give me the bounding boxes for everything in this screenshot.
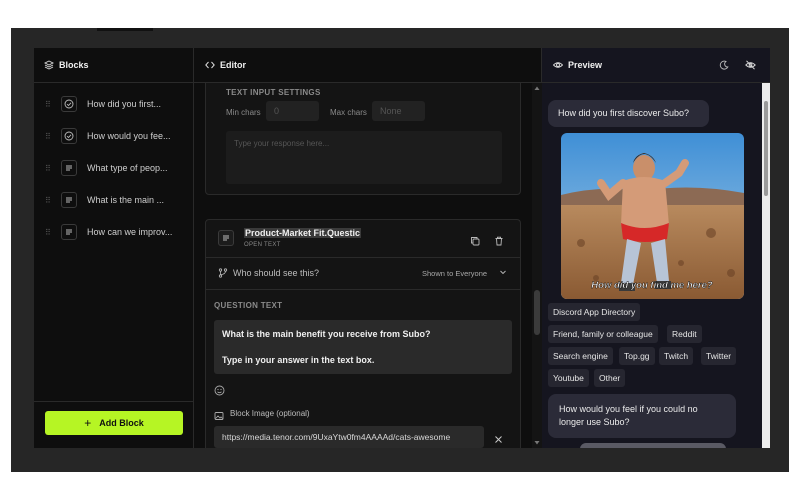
add-block-button[interactable]: + Add Block <box>45 411 183 435</box>
add-block-label: Add Block <box>99 418 144 428</box>
preview-title: Preview <box>568 60 603 70</box>
chat-bubble-question-2: How would you feel if you could no longe… <box>548 394 736 438</box>
question-2-line-2: longer use Subo? <box>559 417 630 427</box>
clear-icon[interactable] <box>494 431 503 448</box>
blocks-title: Blocks <box>59 60 89 70</box>
drag-handle-icon[interactable]: ⠿ <box>45 100 51 109</box>
blocks-header: Blocks <box>34 48 194 83</box>
option-chip[interactable]: Top.gg <box>619 347 655 365</box>
sidebar-item-label: How would you fee... <box>87 131 171 141</box>
block-card-header: Product-Market Fit.Questic OPEN TEXT <box>206 220 520 258</box>
drag-handle-icon[interactable]: ⠿ <box>45 228 51 237</box>
open-text-block-card: Product-Market Fit.Questic OPEN TEXT Who… <box>205 219 521 448</box>
drag-handle-icon[interactable]: ⠿ <box>45 164 51 173</box>
sidebar-item-4[interactable]: ⠿ What is the main ... <box>34 187 194 213</box>
block-type: OPEN TEXT <box>244 242 281 248</box>
image-icon <box>214 408 224 426</box>
visibility-row[interactable]: Who should see this? Shown to Everyone <box>206 257 520 290</box>
max-chars-label: Max chars <box>330 108 367 117</box>
editor-title: Editor <box>220 60 246 70</box>
drag-handle-icon[interactable]: ⠿ <box>45 132 51 141</box>
question-2-line-1: How would you feel if you could no <box>559 404 698 414</box>
check-circle-icon <box>61 128 77 144</box>
settings-title: TEXT INPUT SETTINGS <box>226 88 321 97</box>
option-chip[interactable]: Friend, family or colleague <box>548 325 658 343</box>
text-lines-icon <box>61 192 77 208</box>
eye-off-icon[interactable] <box>745 60 756 72</box>
check-circle-icon <box>61 96 77 112</box>
sidebar-footer: + Add Block <box>34 401 194 448</box>
preview-gif-image: How did you find me here? <box>561 133 744 299</box>
branch-icon <box>218 268 228 280</box>
copy-icon[interactable] <box>470 233 480 251</box>
editor-scrollbar[interactable] <box>532 83 542 448</box>
editor-panel: TEXT INPUT SETTINGS Min chars 0 Max char… <box>194 83 542 448</box>
question-line-2: Type in your answer in the text box. <box>222 355 375 365</box>
option-chip[interactable]: Youtube <box>548 369 589 387</box>
chevron-down-icon <box>499 268 507 278</box>
preview-header: Preview <box>542 48 770 83</box>
sidebar-item-3[interactable]: ⠿ What type of peop... <box>34 155 194 181</box>
sidebar-item-label: How did you first... <box>87 99 162 109</box>
sidebar-item-label: How can we improv... <box>87 227 173 237</box>
sidebar-item-5[interactable]: ⠿ How can we improv... <box>34 219 194 245</box>
sidebar-item-label: What type of peop... <box>87 163 168 173</box>
sidebar-item-1[interactable]: ⠿ How did you first... <box>34 91 194 117</box>
question-text-field[interactable]: What is the main benefit you receive fro… <box>214 320 512 374</box>
min-chars-label: Min chars <box>226 108 261 117</box>
moon-icon[interactable] <box>719 60 729 72</box>
layers-icon <box>44 60 54 70</box>
blocks-sidebar: ⠿ How did you first... ⠿ How would you f… <box>34 83 194 448</box>
visibility-label: Who should see this? <box>233 268 320 278</box>
sidebar-item-label: What is the main ... <box>87 195 165 205</box>
option-chip[interactable]: Reddit <box>667 325 702 343</box>
question-text-label: QUESTION TEXT <box>214 301 283 310</box>
editor-header: Editor <box>194 48 542 83</box>
next-gif-preview <box>580 443 726 448</box>
option-chip[interactable]: Twitch <box>659 347 694 365</box>
text-lines-icon <box>61 224 77 240</box>
block-title[interactable]: Product-Market Fit.Questic <box>244 228 362 238</box>
block-image-label: Block Image (optional) <box>230 409 310 418</box>
option-chip[interactable]: Discord App Directory <box>548 303 641 321</box>
eye-icon <box>553 60 563 70</box>
code-icon <box>205 60 215 70</box>
option-chip[interactable]: Twitter <box>701 347 737 365</box>
text-input-settings-card: TEXT INPUT SETTINGS Min chars 0 Max char… <box>205 83 521 195</box>
visibility-value: Shown to Everyone <box>422 269 488 278</box>
frame-tab <box>97 28 153 31</box>
image-url-input[interactable]: https://media.tenor.com/9UxaYtw0fm4AAAAd… <box>214 426 484 448</box>
drag-handle-icon[interactable]: ⠿ <box>45 196 51 205</box>
gif-caption: How did you find me here? <box>591 280 713 291</box>
app-window: Blocks Editor Preview ⠿ How did you firs <box>34 48 770 448</box>
preview-scrollbar[interactable] <box>762 83 770 448</box>
question-1-text: How did you first discover Subo? <box>558 108 690 118</box>
text-lines-icon <box>61 160 77 176</box>
min-chars-input[interactable]: 0 <box>266 101 319 121</box>
max-chars-input[interactable]: None <box>372 101 425 121</box>
option-chip[interactable]: Other <box>594 369 626 387</box>
sidebar-item-2[interactable]: ⠿ How would you fee... <box>34 123 194 149</box>
chat-bubble-question-1: How did you first discover Subo? <box>548 100 709 127</box>
emoji-icon[interactable] <box>214 383 225 401</box>
option-chip[interactable]: Search engine <box>548 347 613 365</box>
question-line-1: What is the main benefit you receive fro… <box>222 329 431 339</box>
text-lines-icon <box>218 230 234 246</box>
trash-icon[interactable] <box>494 233 504 251</box>
response-textarea[interactable]: Type your response here... <box>226 131 502 184</box>
plus-icon: + <box>84 416 92 430</box>
preview-panel: How did you first discover Subo? How did… <box>542 83 770 448</box>
